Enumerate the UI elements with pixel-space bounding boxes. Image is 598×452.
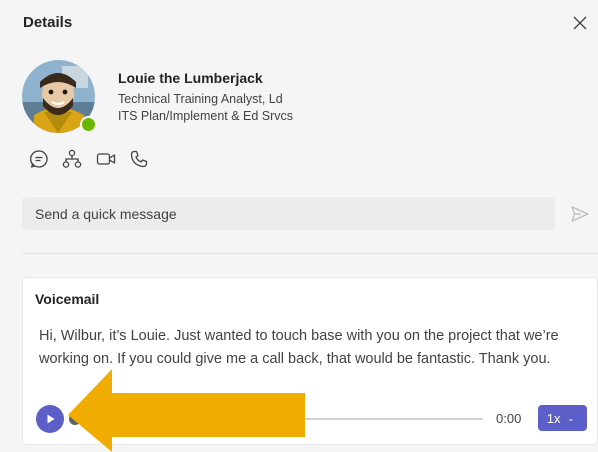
phone-call-button[interactable] [128, 148, 150, 170]
close-button[interactable] [571, 14, 589, 32]
phone-icon [130, 150, 148, 168]
arrow-left-icon [68, 369, 305, 452]
send-icon [571, 206, 589, 222]
profile-department: ITS Plan/Implement & Ed Srvcs [118, 109, 294, 123]
playback-speed-button[interactable]: 1x ⌄ [538, 405, 587, 431]
quick-message-box [22, 197, 555, 230]
profile-name[interactable]: Louie the Lumberjack [118, 70, 263, 86]
playback-speed-label: 1x [546, 410, 561, 426]
chat-icon [30, 150, 48, 168]
voicemail-title: Voicemail [35, 291, 100, 307]
org-chart-button[interactable] [61, 148, 83, 170]
presence-available-icon [80, 116, 97, 133]
panel-title: Details [23, 14, 73, 31]
chat-button[interactable] [28, 148, 50, 170]
section-divider [22, 253, 598, 254]
close-icon [573, 16, 587, 30]
video-call-icon [96, 153, 116, 165]
play-button[interactable] [36, 405, 64, 433]
voicemail-transcript: Hi, Wilbur, it’s Louie. Just wanted to t… [39, 328, 559, 367]
pointer-arrow-annotation [68, 369, 305, 452]
details-panel: Details Louie the Lumberjack Technical T… [0, 0, 598, 452]
quick-message-input[interactable] [35, 205, 535, 222]
org-chart-icon [62, 149, 82, 168]
video-call-button[interactable] [95, 148, 117, 170]
send-button[interactable] [570, 205, 590, 223]
profile-job-title: Technical Training Analyst, Ld [118, 92, 283, 106]
play-icon [47, 414, 55, 424]
chevron-down-icon: ⌄ [567, 413, 575, 423]
playback-time: 0:00 [496, 411, 522, 426]
